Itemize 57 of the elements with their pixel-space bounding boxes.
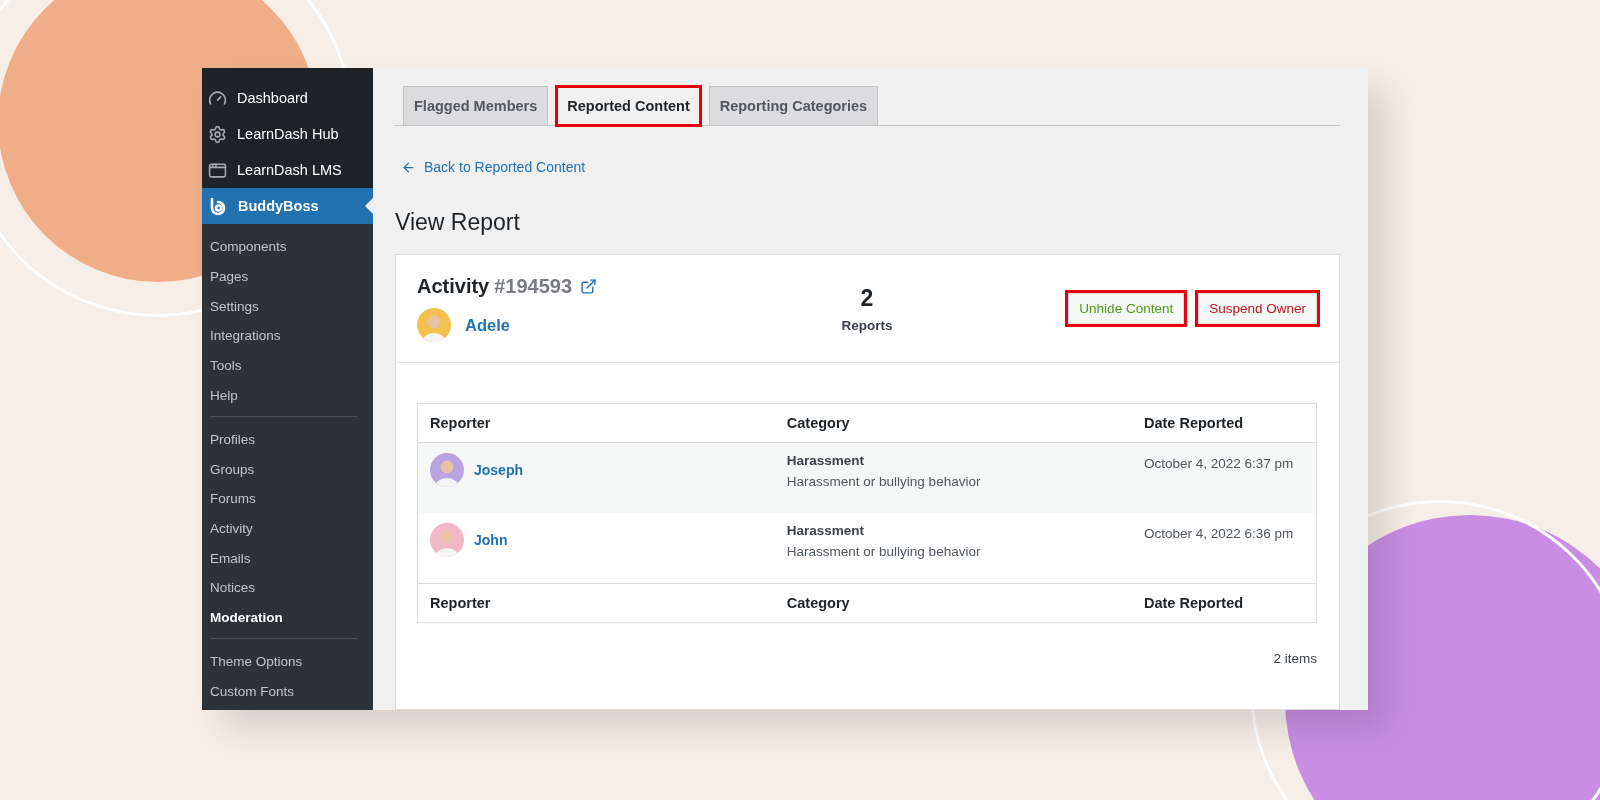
reporter-link[interactable]: Joseph: [474, 462, 523, 478]
submenu-item[interactable]: Components: [202, 232, 373, 262]
submenu-item[interactable]: Tools: [202, 350, 373, 381]
column-header: Reporter: [417, 403, 775, 443]
tab[interactable]: Reported Content: [556, 86, 701, 126]
submenu-item[interactable]: Help: [202, 380, 373, 411]
reporter-link[interactable]: John: [474, 532, 508, 548]
report-id: #194593: [494, 275, 573, 298]
column-header: Category: [774, 403, 1132, 443]
page-heading: View Report: [395, 209, 521, 236]
submenu-item[interactable]: Moderation: [202, 602, 373, 633]
tab[interactable]: Flagged Members: [403, 86, 549, 126]
back-link[interactable]: Back to Reported Content: [401, 159, 586, 175]
report-count: 2: [860, 284, 874, 312]
submenu-item[interactable]: Emails: [202, 543, 373, 573]
date-reported: October 4, 2022 6:37 pm: [1144, 455, 1295, 473]
sidebar-item[interactable]: BuddyBoss: [202, 188, 373, 224]
submenu-item[interactable]: Profiles: [202, 424, 373, 455]
report-count-label: Reports: [841, 317, 893, 333]
submenu-item[interactable]: Integrations: [202, 321, 373, 351]
column-footer: Category: [774, 583, 1132, 623]
sidebar-label: LearnDash Hub: [237, 126, 339, 142]
avatar: [430, 523, 464, 557]
submenu-item[interactable]: Pages: [202, 261, 373, 292]
category-name: Harassment: [786, 453, 866, 468]
author-link[interactable]: Adele: [465, 315, 510, 335]
sidebar-item[interactable]: Dashboard: [202, 80, 373, 116]
column-footer: Date Reported: [1132, 583, 1317, 623]
sidebar-item[interactable]: LearnDash LMS: [202, 152, 373, 188]
sidebar-label: Dashboard: [237, 90, 308, 106]
item-count: 2 items: [1273, 651, 1317, 666]
submenu-item[interactable]: Forums: [202, 483, 373, 514]
category-description: Harassment or bullying behavior: [786, 474, 982, 489]
settings-icon: [208, 124, 227, 144]
category-description: Harassment or bullying behavior: [786, 544, 982, 559]
column-footer: Reporter: [417, 583, 775, 623]
window-icon: [208, 160, 227, 180]
sidebar-item[interactable]: LearnDash Hub: [202, 116, 373, 152]
submenu-item[interactable]: Theme Options: [202, 646, 373, 677]
sidebar-label: BuddyBoss: [238, 198, 319, 214]
action-button[interactable]: Suspend Owner: [1198, 293, 1317, 324]
category-name: Harassment: [786, 523, 866, 538]
submenu-item[interactable]: Settings: [202, 291, 373, 322]
submenu-item[interactable]: Custom Fonts: [202, 676, 373, 706]
column-header: Date Reported: [1132, 403, 1317, 443]
avatar: [417, 308, 451, 342]
date-reported: October 4, 2022 6:36 pm: [1144, 525, 1295, 543]
submenu-item[interactable]: Activity: [202, 513, 373, 544]
avatar: [430, 453, 464, 487]
submenu-item[interactable]: Notices: [202, 572, 373, 603]
tab[interactable]: Reporting Categories: [708, 86, 879, 126]
submenu-item[interactable]: Groups: [202, 454, 373, 484]
sidebar-label: LearnDash LMS: [237, 162, 342, 178]
logo-icon: [208, 196, 228, 216]
report-title: Activity: [417, 275, 490, 298]
gauge-icon: [208, 88, 227, 108]
external-link-icon[interactable]: [580, 278, 598, 295]
